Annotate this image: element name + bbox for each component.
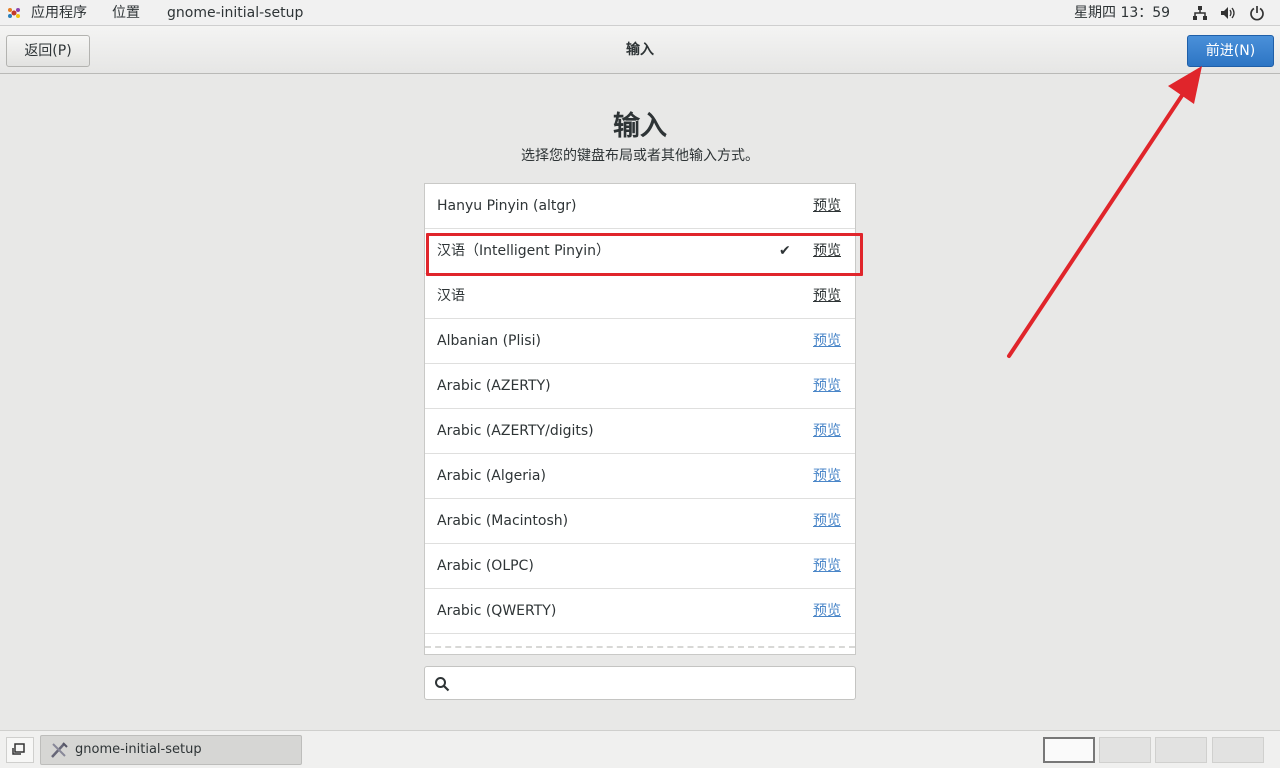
list-item[interactable]: Arabic (OLPC) 预览 (425, 544, 855, 589)
power-icon[interactable] (1249, 5, 1265, 21)
taskbar-item[interactable]: gnome-initial-setup (40, 735, 302, 765)
active-app-name[interactable]: gnome-initial-setup (167, 0, 303, 26)
places-menu[interactable]: 位置 (112, 0, 140, 26)
search-icon (435, 677, 450, 692)
preview-link[interactable]: 预览 (813, 229, 841, 273)
workspace-4[interactable] (1212, 737, 1264, 763)
taskbar-item-label: gnome-initial-setup (75, 742, 202, 757)
page-subtitle: 选择您的键盘布局或者其他输入方式。 (521, 148, 759, 164)
network-icon[interactable] (1192, 5, 1208, 21)
bottom-panel: gnome-initial-setup (0, 730, 1280, 768)
list-item[interactable]: Arabic (Algeria) 预览 (425, 454, 855, 499)
input-source-label: Arabic (OLPC) (437, 558, 534, 574)
show-desktop-icon (12, 743, 25, 755)
workspace-2[interactable] (1099, 737, 1151, 763)
preview-link[interactable]: 预览 (813, 274, 841, 318)
list-item[interactable]: Arabic (AZERTY) 预览 (425, 364, 855, 409)
preview-link[interactable]: 预览 (813, 409, 841, 453)
preview-link[interactable]: 预览 (813, 544, 841, 588)
scroll-fade (425, 646, 855, 654)
input-source-label: Arabic (AZERTY) (437, 378, 551, 394)
setup-tools-icon (51, 742, 68, 758)
list-item[interactable]: Arabic (AZERTY/digits) 预览 (425, 409, 855, 454)
list-item[interactable]: 汉语 预览 (425, 274, 855, 319)
list-item[interactable]: Arabic (Macintosh) 预览 (425, 499, 855, 544)
input-source-label: Arabic (AZERTY/digits) (437, 423, 594, 439)
preview-link[interactable]: 预览 (813, 364, 841, 408)
list-item[interactable]: Hanyu Pinyin (altgr) 预览 (425, 184, 855, 229)
volume-icon[interactable] (1220, 5, 1236, 21)
preview-link[interactable]: 预览 (813, 589, 841, 633)
list-item[interactable]: 汉语（Intelligent Pinyin） ✔ 预览 (425, 229, 855, 274)
preview-link[interactable]: 预览 (813, 319, 841, 363)
input-source-list[interactable]: Hanyu Pinyin (altgr) 预览 汉语（Intelligent P… (424, 183, 856, 655)
workspace-1[interactable] (1043, 737, 1095, 763)
checkmark-icon: ✔ (779, 243, 791, 259)
search-box[interactable] (424, 666, 856, 700)
input-source-label: Arabic (Macintosh) (437, 513, 569, 529)
workspace-3[interactable] (1155, 737, 1207, 763)
applications-menu[interactable]: 应用程序 (31, 0, 87, 26)
list-item[interactable]: Albanian (Plisi) 预览 (425, 319, 855, 364)
back-button[interactable]: 返回(P) (6, 35, 90, 67)
header-bar: 输入 返回(P) 前进(N) (0, 26, 1280, 74)
next-button[interactable]: 前进(N) (1187, 35, 1274, 67)
input-source-label: Arabic (Algeria) (437, 468, 546, 484)
preview-link[interactable]: 预览 (813, 499, 841, 543)
preview-link[interactable]: 预览 (813, 454, 841, 498)
preview-link[interactable]: 预览 (813, 184, 841, 228)
header-title: 输入 (626, 42, 654, 58)
input-source-label: Albanian (Plisi) (437, 333, 541, 349)
top-panel: 应用程序 位置 gnome-initial-setup 星期四 13：59 (0, 0, 1280, 26)
applications-menu-icon[interactable] (6, 5, 22, 21)
list-item[interactable]: Arabic (QWERTY) 预览 (425, 589, 855, 634)
input-source-label: 汉语（Intelligent Pinyin） (437, 243, 611, 259)
search-input[interactable] (457, 671, 851, 697)
show-desktop-button[interactable] (6, 737, 34, 763)
input-source-label: Hanyu Pinyin (altgr) (437, 198, 577, 214)
input-source-label: Arabic (QWERTY) (437, 603, 557, 619)
input-source-label: 汉语 (437, 288, 465, 304)
page-title: 输入 (613, 111, 667, 142)
clock[interactable]: 星期四 13：59 (1074, 0, 1170, 26)
